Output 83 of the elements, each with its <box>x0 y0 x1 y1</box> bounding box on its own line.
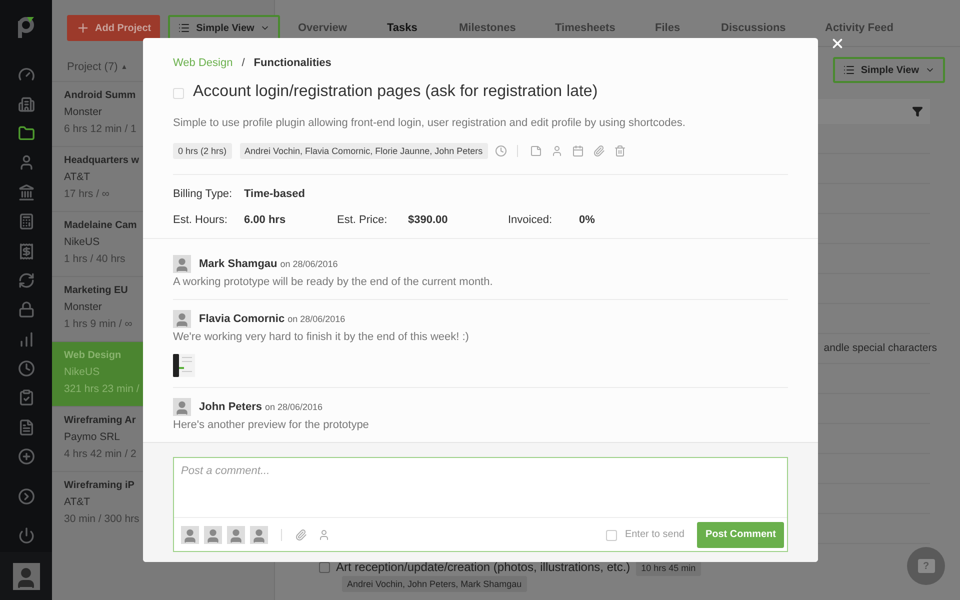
assignee-tag: Andrei Vochin, John Peters, Mark Shamgau <box>342 576 527 592</box>
project-name: Headquarters w <box>64 155 140 166</box>
avatar[interactable] <box>227 526 245 544</box>
tab[interactable]: Activity Feed <box>825 20 894 36</box>
enter-to-send-label: Enter to send <box>624 529 684 540</box>
notes-icon[interactable] <box>530 145 542 157</box>
project-time: 6 hrs 12 min / 1 <box>64 123 136 135</box>
user-avatar[interactable] <box>12 562 40 590</box>
task-description: Simple to use profile plugin allowing front-end login, user registration and edit profile by using shortcodes. <box>173 117 686 129</box>
estimate-label: Invoiced: <box>508 214 554 226</box>
column-header[interactable]: Project (7) <box>67 61 118 73</box>
tab[interactable]: Files <box>655 20 721 36</box>
comment-date: on 28/06/2016 <box>280 259 338 269</box>
paperclip-icon[interactable] <box>295 528 307 540</box>
client-name: NikeUS <box>64 236 100 248</box>
estimate-label: Est. Hours: <box>173 214 228 226</box>
calendar-icon[interactable] <box>572 145 584 157</box>
paperclip-icon[interactable] <box>592 145 605 157</box>
project-name: Wireframing iP <box>64 480 134 491</box>
view-dropdown[interactable]: Simple View <box>832 57 945 83</box>
comment-text: Here's another preview for the prototype <box>173 419 370 432</box>
post-comment-button[interactable]: Post Comment <box>697 522 784 548</box>
project-name: Marketing EU <box>64 285 128 296</box>
client-name: AT&T <box>64 496 90 508</box>
tab[interactable]: Overview <box>298 20 387 36</box>
clock-icon[interactable] <box>494 145 507 157</box>
project-time: 321 hrs 23 min / <box>64 383 140 395</box>
client-name: AT&T <box>64 171 90 183</box>
user-icon[interactable] <box>318 528 330 540</box>
comment-author: Mark Shamgau <box>199 258 278 270</box>
avatar[interactable] <box>181 526 199 544</box>
project-time: 1 hrs 9 min / ∞ <box>64 318 132 330</box>
project-time: 30 min / 300 hrs <box>64 513 140 525</box>
user-icon[interactable] <box>550 145 563 157</box>
task-title: andle special characters <box>824 342 937 354</box>
trash-icon[interactable] <box>614 145 626 157</box>
estimate-value: 6.00 hrs <box>244 214 287 226</box>
avatar <box>173 310 191 328</box>
project-time: 17 hrs / ∞ <box>64 188 110 200</box>
billing-value: Time-based <box>244 188 306 200</box>
comment-date: on 28/06/2016 <box>288 314 346 324</box>
breadcrumb-link[interactable]: Web Design <box>173 57 233 69</box>
tab[interactable]: Timesheets <box>555 20 655 36</box>
attachment-thumbnail[interactable] <box>173 354 195 377</box>
comment-text: A working prototype will be ready by the end of the current month. <box>173 276 494 289</box>
close-icon[interactable] <box>830 36 845 51</box>
comment-text: We're working very hard to finish it by the end of this week! :) <box>173 331 470 344</box>
tab[interactable]: Discussions <box>721 20 825 36</box>
help-button[interactable]: ? <box>907 547 945 585</box>
project-time: 4 hrs 42 min / 2 <box>64 448 136 460</box>
project-name: Web Design <box>64 350 122 361</box>
tab[interactable]: Milestones <box>459 20 555 36</box>
client-name: Paymo SRL <box>64 431 120 443</box>
comment-author: John Peters <box>199 401 262 413</box>
estimate-value: 0% <box>579 214 596 226</box>
filter-icon[interactable] <box>912 106 923 117</box>
estimate-label: Est. Price: <box>337 214 388 226</box>
comment-date: on 28/06/2016 <box>264 402 323 412</box>
client-name: NikeUS <box>64 366 100 378</box>
add-project-button[interactable]: Add Project <box>67 15 160 41</box>
client-name: Monster <box>64 106 102 118</box>
avatar[interactable] <box>204 526 222 544</box>
logo-icon <box>16 16 36 38</box>
breadcrumb-separator: / <box>242 57 245 69</box>
estimate-value: $390.00 <box>408 214 449 226</box>
billing-label: Billing Type: <box>173 188 234 200</box>
tab[interactable]: Tasks <box>387 20 459 36</box>
breadcrumb-current: Functionalities <box>254 57 332 69</box>
comment-author: Flavia Comornic <box>199 313 285 325</box>
client-name: Monster <box>64 301 102 313</box>
avatar[interactable] <box>250 526 268 544</box>
time-tag: 0 hrs (2 hrs) <box>173 143 232 159</box>
project-name: Android Summ <box>64 90 136 101</box>
comment-field[interactable]: Post a comment... Enter to send Post Comment <box>173 457 788 552</box>
project-time: 1 hrs / 40 hrs <box>64 253 126 265</box>
assignee-tag: Andrei Vochin, Flavia Comornic, Florie Jaunne, John Peters <box>240 143 488 159</box>
avatar <box>173 255 191 273</box>
project-name: Madelaine Cam <box>64 220 137 231</box>
task-title: Account login/registration pages (ask for registration late) <box>193 83 598 101</box>
plus-icon <box>76 21 90 35</box>
enter-to-send-checkbox[interactable] <box>606 530 617 541</box>
project-name: Wireframing Ar <box>64 415 136 426</box>
avatar <box>173 398 191 416</box>
